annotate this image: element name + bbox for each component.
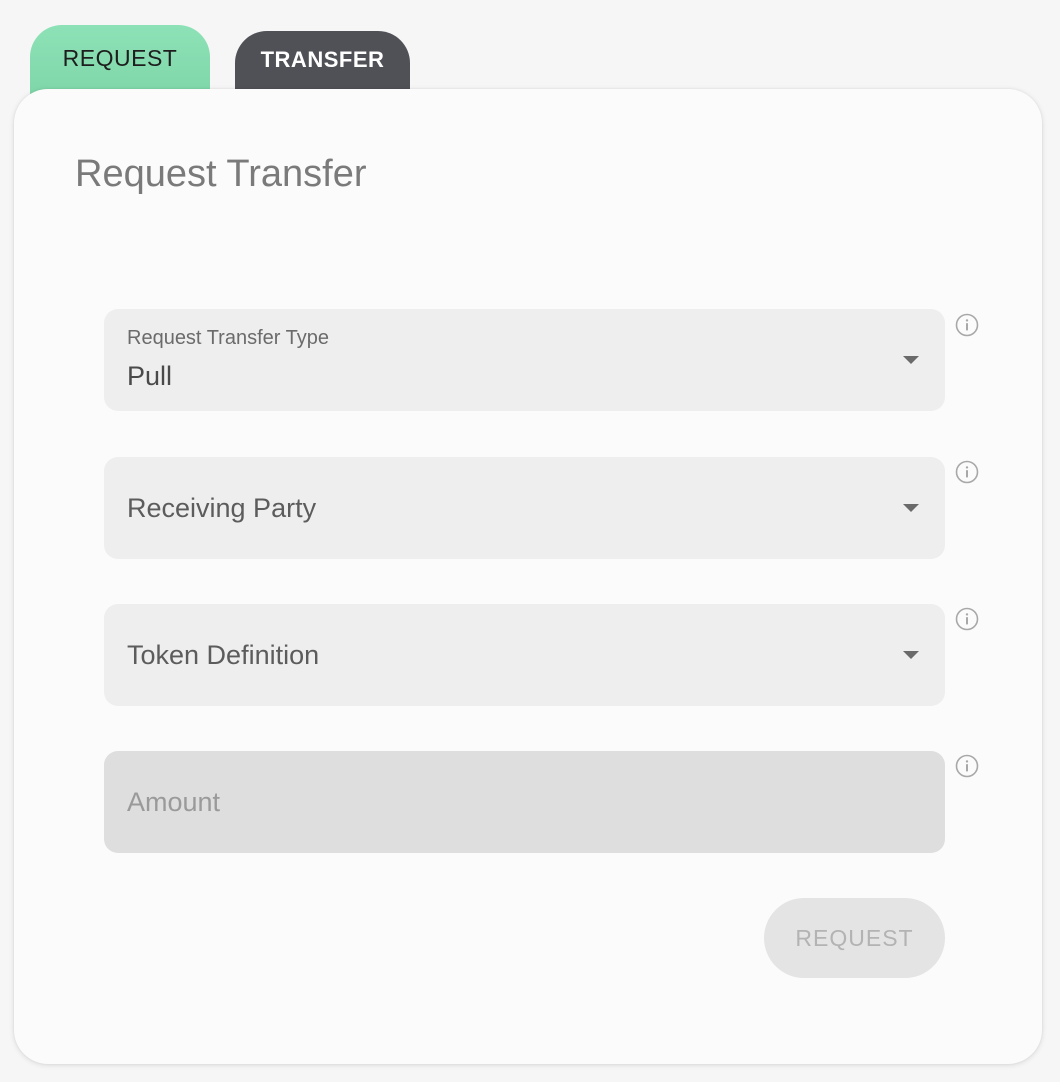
info-icon[interactable] — [955, 754, 979, 778]
request-transfer-screen: REQUEST TRANSFER Request Transfer Reques… — [0, 0, 1060, 1082]
card-title: Request Transfer — [75, 153, 367, 195]
receiving-party-select[interactable]: Receiving Party — [104, 457, 945, 559]
request-transfer-card: Request Transfer Request Transfer Type P… — [14, 89, 1042, 1064]
amount-placeholder: Amount — [127, 787, 221, 817]
token-definition-select[interactable]: Token Definition — [104, 604, 945, 706]
receiving-party-placeholder: Receiving Party — [127, 493, 317, 523]
dropdown-arrow-icon — [903, 504, 919, 512]
request-transfer-type-value: Pull — [127, 361, 173, 391]
tab-request-label: REQUEST — [62, 44, 178, 71]
info-icon[interactable] — [955, 460, 979, 484]
token-definition-placeholder: Token Definition — [127, 640, 320, 670]
request-transfer-type-label: Request Transfer Type — [127, 327, 329, 349]
request-button[interactable]: REQUEST — [764, 898, 945, 978]
info-icon[interactable] — [955, 313, 979, 337]
amount-field[interactable]: Amount — [104, 751, 945, 853]
info-icon[interactable] — [955, 607, 979, 631]
request-transfer-type-select[interactable]: Request Transfer Type Pull — [104, 309, 945, 411]
tab-transfer-label: TRANSFER — [260, 47, 385, 72]
dropdown-arrow-icon — [903, 651, 919, 659]
dropdown-arrow-icon — [903, 356, 919, 364]
